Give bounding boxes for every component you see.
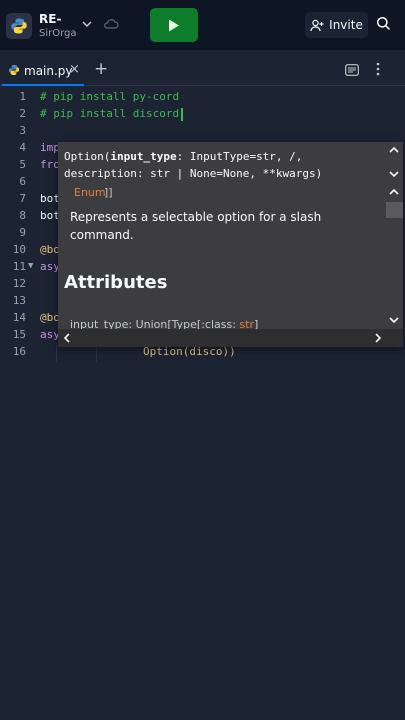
line-number: 10 xyxy=(12,243,26,256)
repl-title[interactable]: RE- xyxy=(39,12,61,26)
tab-label: main.py xyxy=(24,64,73,78)
cloud-icon xyxy=(104,19,119,29)
signature-help-popup[interactable]: Option(input_type: InputType=str, /, des… xyxy=(58,142,403,347)
run-button[interactable] xyxy=(150,8,198,42)
view-icon[interactable] xyxy=(345,64,359,76)
line-number: 16 xyxy=(12,345,26,358)
chevron-up-icon[interactable] xyxy=(388,186,400,200)
popup-horizontal-scrollbar[interactable] xyxy=(58,329,403,347)
line-number: 2 xyxy=(19,107,26,120)
code-line-15: asy xyxy=(40,328,60,341)
chevron-down-icon[interactable] xyxy=(81,18,93,30)
popup-scroll-thumb[interactable] xyxy=(386,202,403,218)
line-number: 4 xyxy=(19,141,26,154)
play-icon xyxy=(169,19,179,31)
fold-arrow-icon[interactable]: ▼ xyxy=(28,261,33,271)
line-number: 7 xyxy=(19,192,26,205)
tab-bar: main.py × + xyxy=(0,56,405,86)
line-number: 3 xyxy=(19,124,26,137)
attributes-heading: Attributes xyxy=(64,272,168,293)
line-number: 5 xyxy=(19,158,26,171)
chevron-down-icon[interactable] xyxy=(388,314,400,328)
signature-text: Option(input_type: InputType=str, /, des… xyxy=(64,150,323,180)
repl-owner: SirOrga xyxy=(39,28,77,39)
chevron-right-icon[interactable] xyxy=(373,332,383,347)
indent-guide xyxy=(96,345,97,362)
add-tab-icon[interactable]: + xyxy=(94,59,108,79)
code-line-4: imp xyxy=(40,141,60,154)
code-line-7: bot xyxy=(40,192,60,205)
code-line-14: @bo xyxy=(40,311,60,324)
chevron-down-icon[interactable] xyxy=(388,168,400,182)
enum-tag: Enum xyxy=(74,186,106,199)
top-bar: RE- SirOrga Invite xyxy=(0,0,405,50)
popup-description: Represents a selectable option for a sla… xyxy=(70,210,322,242)
add-user-icon xyxy=(310,19,324,31)
enum-bracket: ]] xyxy=(104,186,113,199)
text-cursor xyxy=(181,107,183,121)
python-icon[interactable] xyxy=(6,13,32,39)
chevron-left-icon[interactable] xyxy=(62,332,72,347)
line-number: 1 xyxy=(19,90,26,103)
code-line-1: # pip install py-cord xyxy=(40,90,180,103)
line-number: 11 xyxy=(12,260,26,273)
line-number: 6 xyxy=(19,175,26,188)
line-number: 14 xyxy=(12,311,26,324)
line-number: 15 xyxy=(12,328,26,341)
chevron-up-icon[interactable] xyxy=(388,144,400,158)
invite-label: Invite xyxy=(329,18,363,32)
tab-main-py[interactable]: main.py × + xyxy=(2,56,114,85)
line-number: 9 xyxy=(19,226,26,239)
search-icon[interactable] xyxy=(376,16,391,31)
code-line-5: fro xyxy=(40,158,60,171)
close-icon[interactable]: × xyxy=(69,62,80,77)
line-number: 8 xyxy=(19,209,26,222)
code-line-11: asy xyxy=(40,260,60,273)
code-line-2: # pip install discord xyxy=(40,107,183,121)
more-vertical-icon[interactable] xyxy=(376,62,380,76)
python-icon xyxy=(8,65,20,75)
line-number: 12 xyxy=(12,277,26,290)
indent-guide xyxy=(56,345,57,362)
code-line-8: bot xyxy=(40,209,60,222)
code-line-10: @bo xyxy=(40,243,60,256)
line-number: 13 xyxy=(12,294,26,307)
invite-button[interactable]: Invite xyxy=(305,12,368,38)
